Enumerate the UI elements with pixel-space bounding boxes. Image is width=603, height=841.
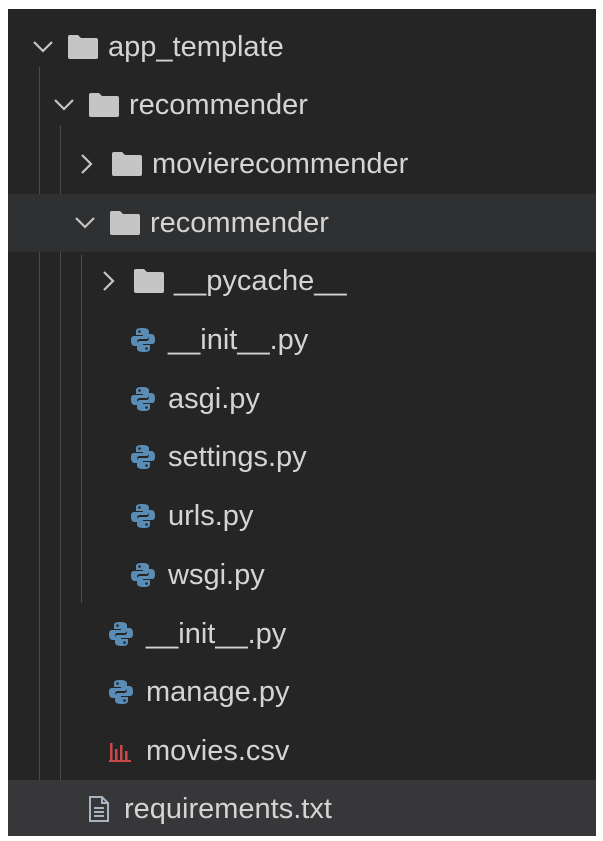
- python-file-icon: [126, 323, 160, 357]
- folder-icon: [66, 30, 100, 64]
- python-file-icon: [126, 440, 160, 474]
- tree-item-label: movierecommender: [152, 148, 409, 180]
- tree-item-label: wsgi.py: [168, 559, 265, 591]
- python-file-icon: [104, 617, 138, 651]
- file-explorer-tree: app_template recommender movierecommende…: [8, 9, 596, 836]
- python-file-icon: [104, 675, 138, 709]
- tree-item-file-requirements-txt[interactable]: requirements.txt: [8, 780, 596, 836]
- chevron-down-icon[interactable]: [28, 32, 58, 62]
- text-file-icon: [82, 792, 116, 826]
- tree-item-file-movies-csv[interactable]: movies.csv: [8, 722, 596, 780]
- tree-item-file-init-py[interactable]: __init__.py: [8, 311, 596, 369]
- tree-item-file-manage-py[interactable]: manage.py: [8, 663, 596, 721]
- tree-item-label: __pycache__: [174, 265, 347, 297]
- tree-item-folder-pycache[interactable]: __pycache__: [8, 252, 596, 310]
- chevron-down-icon[interactable]: [70, 208, 100, 238]
- tree-item-label: recommender: [150, 207, 329, 239]
- tree-item-label: asgi.py: [168, 383, 260, 415]
- tree-item-file-asgi-py[interactable]: asgi.py: [8, 370, 596, 428]
- python-file-icon: [126, 382, 160, 416]
- tree-item-folder-recommender[interactable]: recommender: [8, 76, 596, 134]
- tree-item-file-urls-py[interactable]: urls.py: [8, 487, 596, 545]
- tree-item-folder-app-template[interactable]: app_template: [8, 18, 596, 76]
- tree-item-label: urls.py: [168, 500, 254, 532]
- python-file-icon: [126, 499, 160, 533]
- folder-icon: [110, 147, 144, 181]
- tree-item-folder-movierecommender[interactable]: movierecommender: [8, 135, 596, 193]
- folder-icon: [87, 88, 121, 122]
- csv-chart-icon: [104, 734, 138, 768]
- chevron-right-icon[interactable]: [94, 266, 124, 296]
- tree-item-label: __init__.py: [146, 618, 287, 650]
- tree-item-file-wsgi-py[interactable]: wsgi.py: [8, 546, 596, 604]
- tree-item-label: movies.csv: [146, 735, 290, 767]
- tree-item-label: manage.py: [146, 676, 290, 708]
- tree-item-label: app_template: [108, 31, 284, 63]
- folder-icon: [132, 264, 166, 298]
- tree-item-label: requirements.txt: [124, 793, 332, 825]
- tree-item-label: recommender: [129, 89, 308, 121]
- tree-item-folder-recommender-inner[interactable]: recommender: [8, 194, 596, 252]
- chevron-down-icon[interactable]: [49, 90, 79, 120]
- tree-item-label: settings.py: [168, 441, 307, 473]
- folder-icon: [108, 206, 142, 240]
- tree-item-file-settings-py[interactable]: settings.py: [8, 428, 596, 486]
- chevron-right-icon[interactable]: [72, 149, 102, 179]
- tree-item-label: __init__.py: [168, 324, 309, 356]
- python-file-icon: [126, 558, 160, 592]
- tree-item-file-init-py-outer[interactable]: __init__.py: [8, 605, 596, 663]
